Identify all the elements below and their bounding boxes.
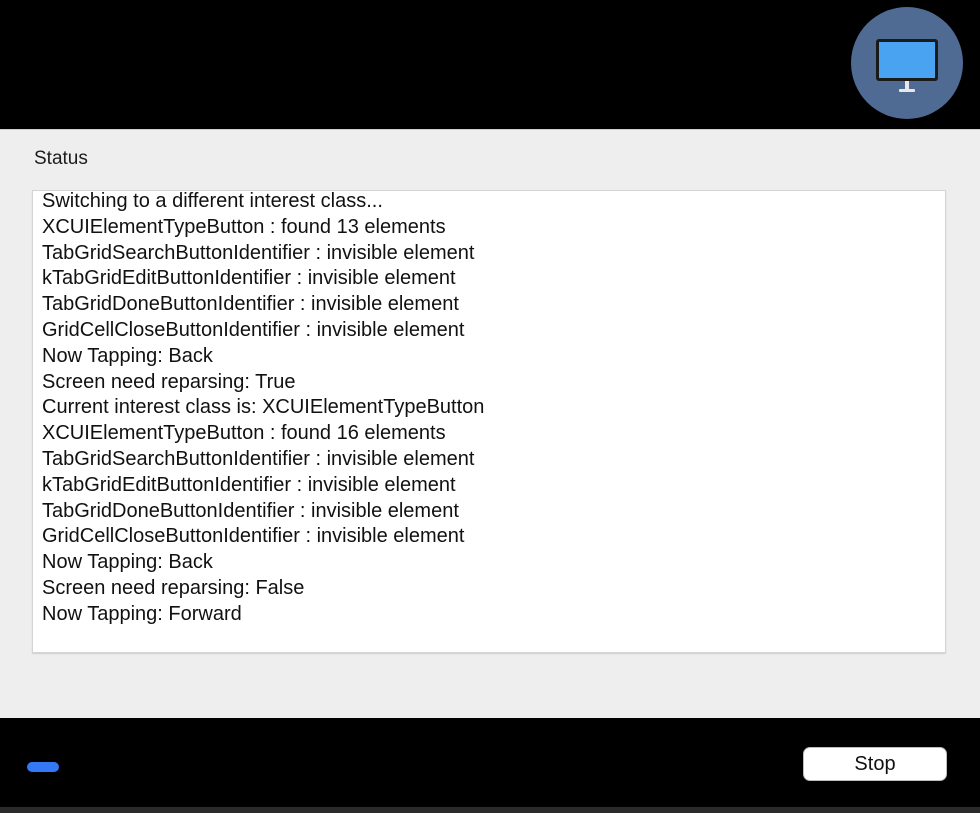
app-window: Status Switching to a different interest… xyxy=(0,0,980,813)
top-bar xyxy=(0,0,980,129)
log-line: TabGridDoneButtonIdentifier : invisible … xyxy=(42,293,459,316)
log-list: Switching to a different interest class.… xyxy=(42,190,485,628)
log-line: Screen need reparsing: True xyxy=(42,370,296,393)
monitor-icon xyxy=(876,39,938,92)
log-line: GridCellCloseButtonIdentifier : invisibl… xyxy=(42,318,465,341)
log-line: XCUIElementTypeButton : found 13 element… xyxy=(42,215,446,238)
log-line: Current interest class is: XCUIElementTy… xyxy=(42,396,485,419)
log-line: TabGridSearchButtonIdentifier : invisibl… xyxy=(42,447,475,470)
stop-button[interactable]: Stop xyxy=(803,747,947,781)
log-line: kTabGridEditButtonIdentifier : invisible… xyxy=(42,473,456,496)
window-bottom-edge xyxy=(0,807,980,813)
log-line: Now Tapping: Forward xyxy=(42,602,242,625)
log-line: Switching to a different interest class.… xyxy=(42,190,383,212)
log-line: TabGridDoneButtonIdentifier : invisible … xyxy=(42,499,459,522)
log-line: Now Tapping: Back xyxy=(42,551,213,574)
avatar[interactable] xyxy=(851,7,963,119)
progress-indicator xyxy=(27,762,59,772)
log-line: TabGridSearchButtonIdentifier : invisibl… xyxy=(42,241,475,264)
log-line: XCUIElementTypeButton : found 16 element… xyxy=(42,422,446,445)
status-log[interactable]: Switching to a different interest class.… xyxy=(32,190,946,653)
status-label: Status xyxy=(34,148,88,169)
log-line: GridCellCloseButtonIdentifier : invisibl… xyxy=(42,525,465,548)
bottom-bar: Stop xyxy=(0,718,980,813)
log-line: Now Tapping: Back xyxy=(42,344,213,367)
log-line: Screen need reparsing: False xyxy=(42,576,305,599)
log-line: kTabGridEditButtonIdentifier : invisible… xyxy=(42,267,456,290)
status-panel: Status Switching to a different interest… xyxy=(0,129,980,718)
